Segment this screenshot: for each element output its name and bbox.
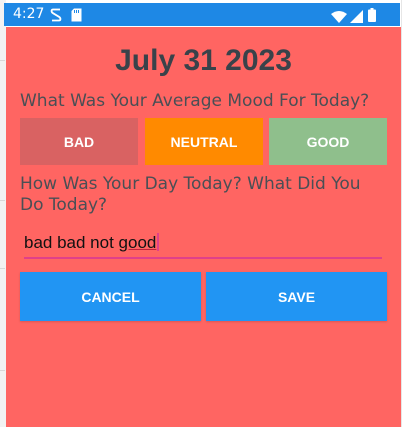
status-time: 4:27: [13, 6, 45, 22]
mood-bad-button[interactable]: BAD: [20, 118, 138, 165]
background-divider: [0, 370, 5, 371]
sd-card-icon: [71, 7, 82, 26]
mood-neutral-button[interactable]: NEUTRAL: [145, 118, 263, 165]
save-button[interactable]: SAVE: [206, 272, 387, 321]
status-bar: 4:27: [4, 3, 400, 26]
entry-text-plain: bad bad not: [24, 233, 119, 252]
entry-date-title: July 31 2023: [115, 44, 292, 77]
mood-question-label: What Was Your Average Mood For Today?: [20, 91, 370, 111]
signal-icon: [350, 8, 363, 27]
sim-icon: [50, 7, 62, 26]
day-entry-input[interactable]: bad bad not good: [24, 229, 382, 259]
background-divider: [0, 60, 5, 61]
text-cursor: [157, 233, 159, 251]
background-divider: [0, 268, 5, 269]
cancel-button[interactable]: CANCEL: [20, 272, 201, 321]
day-question-label: How Was Your Day Today? What Did You Do …: [20, 174, 361, 215]
battery-icon: [368, 7, 376, 26]
day-entry-text: bad bad not good: [24, 233, 159, 253]
background-divider: [0, 200, 5, 201]
wifi-icon: [331, 8, 347, 27]
entry-text-spellcheck-flagged: good: [118, 233, 157, 252]
background-app-right-edge: [401, 0, 408, 427]
journal-entry-dialog: July 31 2023 What Was Your Average Mood …: [6, 27, 401, 427]
mood-good-button[interactable]: GOOD: [269, 118, 387, 165]
